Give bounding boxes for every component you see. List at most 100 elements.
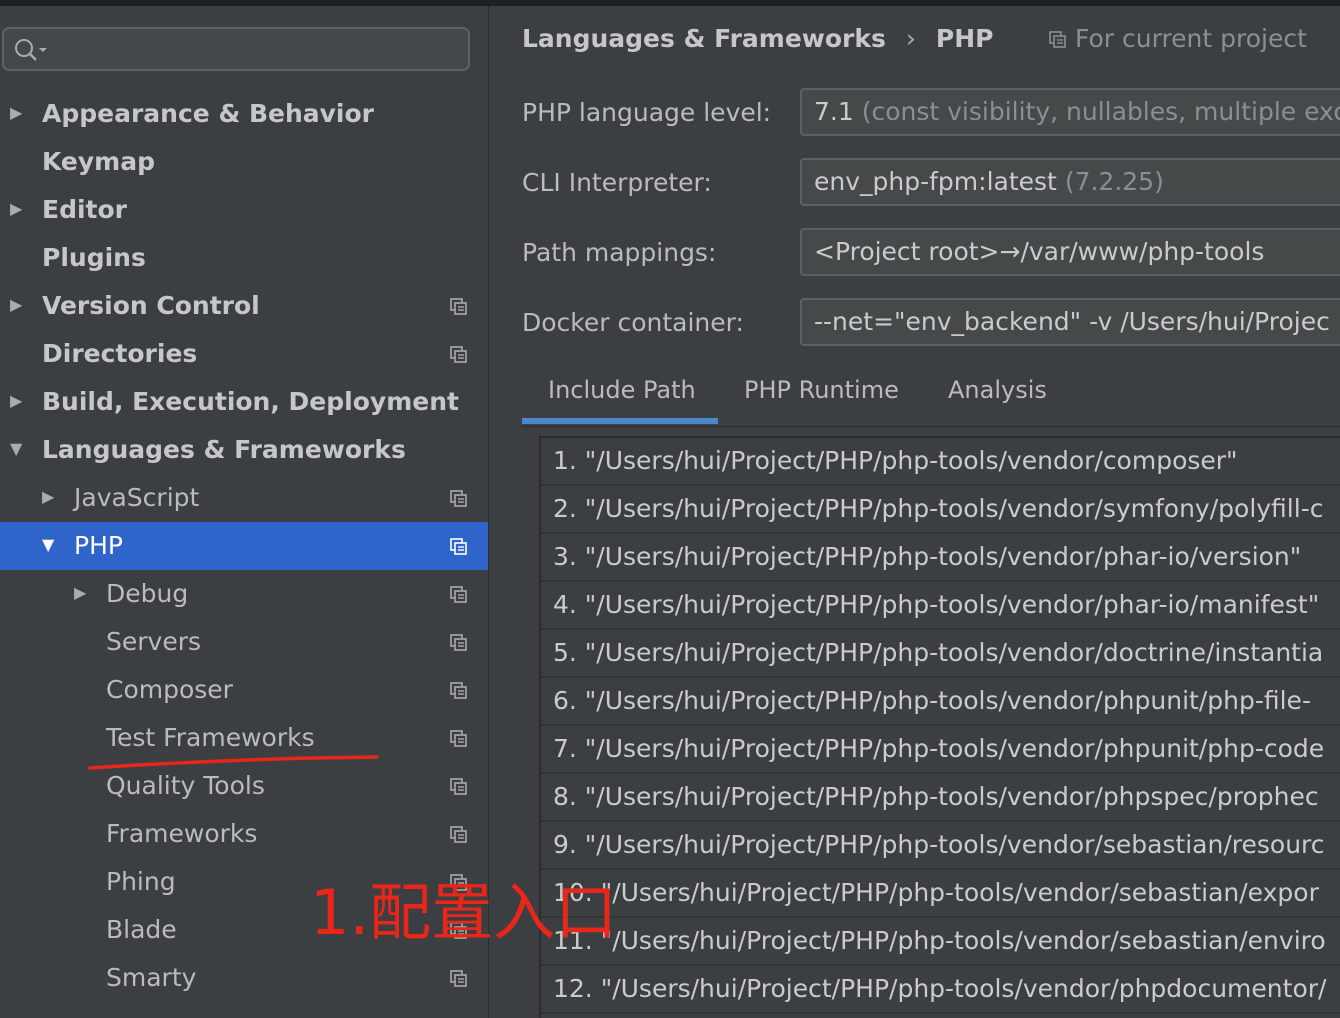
sidebar-item-label: Servers [106, 627, 202, 656]
path-mappings-value: <Project root>→/var/www/php-tools [814, 237, 1265, 266]
search-icon [15, 39, 47, 61]
path-mappings-label: Path mappings: [522, 238, 717, 267]
sidebar-item-label: Appearance & Behavior [42, 99, 374, 128]
include-path-row[interactable]: 3. "/Users/hui/Project/PHP/php-tools/ven… [541, 534, 1340, 582]
settings-tabs: Include Path PHP Runtime Analysis [522, 366, 1340, 426]
project-scope-icon [450, 634, 467, 651]
sidebar-item-label: Plugins [42, 243, 146, 272]
include-path-row[interactable]: 5. "/Users/hui/Project/PHP/php-tools/ven… [541, 630, 1340, 678]
include-path-row[interactable]: 6. "/Users/hui/Project/PHP/php-tools/ven… [541, 678, 1340, 726]
project-scope-icon [450, 730, 467, 747]
sidebar-item-label: Languages & Frameworks [42, 435, 406, 464]
sidebar-item-label: Debug [106, 579, 189, 608]
tab-analysis[interactable]: Analysis [948, 376, 1047, 404]
project-scope-icon [450, 826, 467, 843]
sidebar-item-keymap[interactable]: Keymap [0, 138, 488, 186]
sidebar-item-label: JavaScript [74, 483, 200, 512]
breadcrumb-current: PHP [935, 24, 994, 53]
project-scope-icon [450, 490, 467, 507]
sidebar-item-version-control[interactable]: ▶ Version Control [0, 282, 488, 330]
collapsed-arrow-icon[interactable]: ▶ [74, 584, 92, 602]
include-path-row[interactable]: 11. "/Users/hui/Project/PHP/php-tools/ve… [541, 918, 1340, 966]
docker-container-label: Docker container: [522, 308, 744, 337]
docker-container-field[interactable]: --net="env_backend" -v /Users/hui/Projec [800, 298, 1340, 346]
cli-interpreter-label: CLI Interpreter: [522, 168, 712, 197]
annotation-text: 1.配置入口 [310, 876, 618, 949]
for-current-project-note: For current project [1049, 24, 1307, 53]
sidebar-item-frameworks[interactable]: Frameworks [0, 810, 488, 858]
project-scope-icon [450, 970, 467, 987]
sidebar-item-quality-tools[interactable]: Quality Tools [0, 762, 488, 810]
sidebar-item-smarty[interactable]: Smarty [0, 954, 488, 1002]
include-path-row[interactable]: 8. "/Users/hui/Project/PHP/php-tools/ven… [541, 774, 1340, 822]
expanded-arrow-icon[interactable]: ▼ [42, 536, 60, 554]
active-tab-indicator [522, 418, 718, 424]
include-path-row[interactable]: 4. "/Users/hui/Project/PHP/php-tools/ven… [541, 582, 1340, 630]
sidebar-item-directories[interactable]: Directories [0, 330, 488, 378]
project-scope-icon [450, 586, 467, 603]
project-scope-icon [450, 298, 467, 315]
collapsed-arrow-icon[interactable]: ▶ [10, 104, 28, 122]
sidebar-item-editor[interactable]: ▶ Editor [0, 186, 488, 234]
sidebar-item-label: Directories [42, 339, 198, 368]
tab-include-path[interactable]: Include Path [548, 376, 696, 404]
php-language-level-label: PHP language level: [522, 98, 772, 127]
sidebar-item-languages-frameworks[interactable]: ▼ Languages & Frameworks [0, 426, 488, 474]
sidebar-item-label: Keymap [42, 147, 156, 176]
settings-content-panel: Languages & Frameworks › PHP For current p… [489, 6, 1340, 1018]
sidebar-item-label: Editor [42, 195, 127, 224]
sidebar-item-label: Quality Tools [106, 771, 265, 800]
php-language-level-hint: (const visibility, nullables, multiple e… [861, 97, 1340, 126]
sidebar-item-label: PHP [74, 531, 123, 560]
sidebar-item-debug[interactable]: ▶ Debug [0, 570, 488, 618]
sidebar-item-appearance-behavior[interactable]: ▶ Appearance & Behavior [0, 90, 488, 138]
sidebar-item-label: Version Control [42, 291, 260, 320]
sidebar-item-build-execution-deployment[interactable]: ▶ Build, Execution, Deployment [0, 378, 488, 426]
collapsed-arrow-icon[interactable]: ▶ [10, 296, 28, 314]
project-scope-icon [450, 682, 467, 699]
path-mappings-field[interactable]: <Project root>→/var/www/php-tools [800, 228, 1340, 276]
collapsed-arrow-icon[interactable]: ▶ [10, 200, 28, 218]
include-path-row[interactable]: 2. "/Users/hui/Project/PHP/php-tools/ven… [541, 486, 1340, 534]
cli-interpreter-version: (7.2.25) [1064, 167, 1164, 196]
sidebar-item-label: Blade [106, 915, 177, 944]
sidebar-item-php[interactable]: ▼ PHP [0, 522, 488, 570]
expanded-arrow-icon[interactable]: ▼ [10, 440, 28, 458]
tabs-divider [522, 426, 1340, 427]
include-path-row[interactable]: 12. "/Users/hui/Project/PHP/php-tools/ve… [541, 966, 1340, 1014]
sidebar-item-plugins[interactable]: Plugins [0, 234, 488, 282]
for-current-project-label: For current project [1075, 24, 1307, 53]
sidebar-item-composer[interactable]: Composer [0, 666, 488, 714]
include-path-row[interactable]: 7. "/Users/hui/Project/PHP/php-tools/ven… [541, 726, 1340, 774]
sidebar-item-label: Phing [106, 867, 176, 896]
sidebar-item-servers[interactable]: Servers [0, 618, 488, 666]
settings-search-input[interactable] [2, 27, 470, 71]
sidebar-item-label: Test Frameworks [106, 723, 315, 752]
breadcrumb-parent[interactable]: Languages & Frameworks [522, 24, 886, 53]
project-scope-icon [450, 538, 467, 555]
sidebar-item-label: Build, Execution, Deployment [42, 387, 459, 416]
settings-sidebar: ▶ Appearance & Behavior Keymap ▶ Editor Plugi… [0, 6, 488, 1018]
cli-interpreter-value: env_php-fpm:latest [814, 167, 1057, 196]
collapsed-arrow-icon[interactable]: ▶ [42, 488, 60, 506]
project-scope-icon [1049, 31, 1066, 48]
sidebar-item-label: Frameworks [106, 819, 258, 848]
sidebar-item-test-frameworks[interactable]: Test Frameworks [0, 714, 488, 762]
sidebar-item-javascript[interactable]: ▶ JavaScript [0, 474, 488, 522]
include-path-row[interactable]: 10. "/Users/hui/Project/PHP/php-tools/ve… [541, 870, 1340, 918]
php-language-level-select[interactable]: 7.1 (const visibility, nullables, multip… [800, 88, 1340, 136]
cli-interpreter-select[interactable]: env_php-fpm:latest (7.2.25) [800, 158, 1340, 206]
sidebar-item-label: Smarty [106, 963, 197, 992]
include-path-list: 1. "/Users/hui/Project/PHP/php-tools/ven… [539, 436, 1340, 1018]
project-scope-icon [450, 778, 467, 795]
sidebar-item-label: Composer [106, 675, 233, 704]
breadcrumb-separator-icon: › [905, 24, 916, 53]
collapsed-arrow-icon[interactable]: ▶ [10, 392, 28, 410]
include-path-row[interactable]: 1. "/Users/hui/Project/PHP/php-tools/ven… [541, 438, 1340, 486]
docker-container-value: --net="env_backend" -v /Users/hui/Projec [814, 307, 1330, 336]
breadcrumb: Languages & Frameworks › PHP [522, 24, 993, 53]
tab-php-runtime[interactable]: PHP Runtime [744, 376, 899, 404]
project-scope-icon [450, 346, 467, 363]
include-path-row[interactable]: 9. "/Users/hui/Project/PHP/php-tools/ven… [541, 822, 1340, 870]
php-language-level-value: 7.1 [814, 97, 854, 126]
